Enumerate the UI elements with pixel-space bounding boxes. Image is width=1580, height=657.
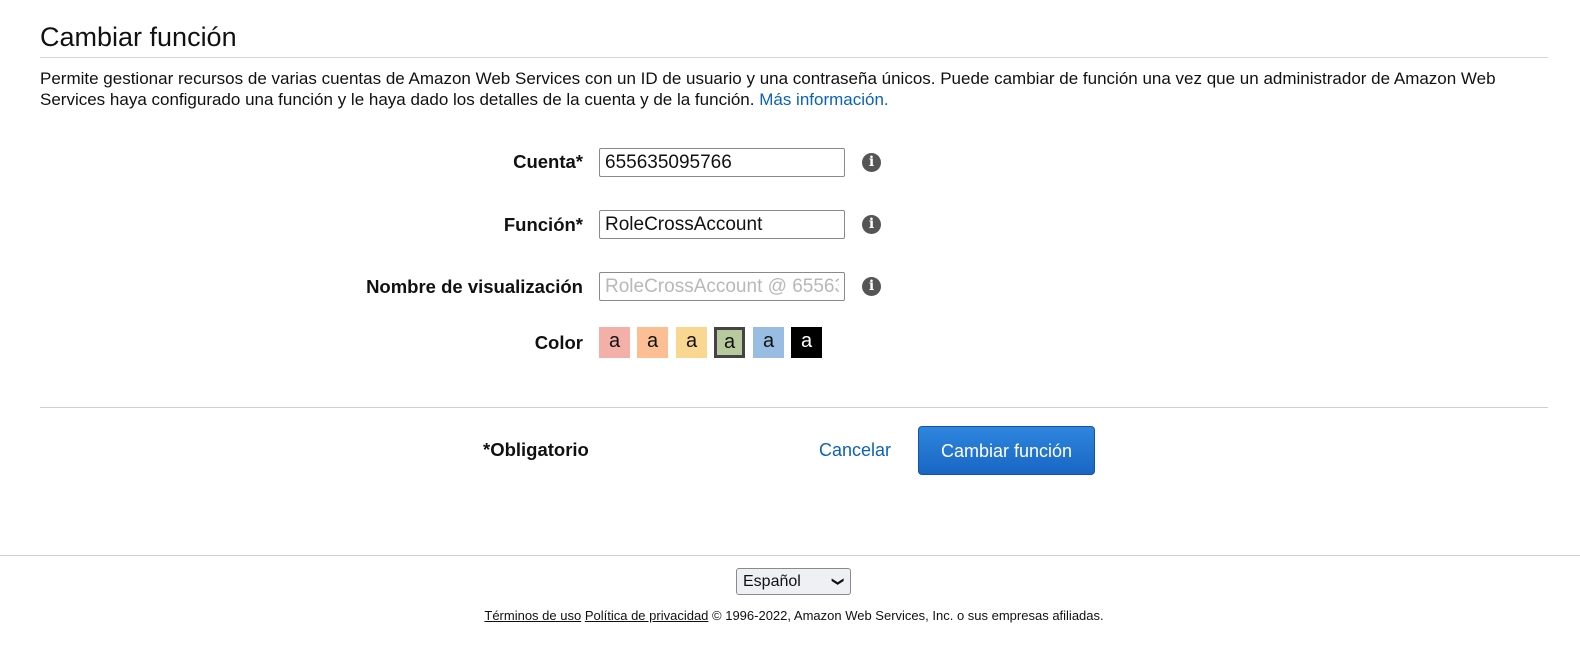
footer-divider (0, 555, 1580, 556)
color-swatch[interactable]: a (676, 327, 707, 358)
chevron-down-icon: ❯ (831, 576, 846, 587)
switch-role-page: Cambiar función Permite gestionar recurs… (0, 0, 1580, 657)
footer-links: Términos de uso Política de privacidad ©… (0, 608, 1580, 623)
page-title: Cambiar función (40, 22, 237, 52)
account-label: Cuenta* (513, 151, 583, 172)
info-icon[interactable]: i (862, 277, 881, 296)
display-name-label: Nombre de visualización (366, 276, 583, 297)
color-swatch[interactable]: a (637, 327, 668, 358)
language-select[interactable]: Español ❯ (736, 568, 851, 595)
page-description: Permite gestionar recursos de varias cue… (40, 68, 1548, 110)
privacy-link[interactable]: Política de privacidad (585, 608, 709, 623)
section-divider (40, 407, 1548, 408)
role-input[interactable] (599, 210, 845, 239)
display-name-input[interactable] (599, 272, 845, 301)
color-label: Color (534, 332, 583, 353)
title-divider (40, 57, 1548, 58)
color-swatch[interactable]: a (791, 327, 822, 358)
terms-link[interactable]: Términos de uso (484, 608, 581, 623)
color-swatch[interactable]: a (753, 327, 784, 358)
role-label: Función* (503, 214, 583, 235)
learn-more-link[interactable]: Más información. (759, 90, 888, 109)
copyright-text: © 1996-2022, Amazon Web Services, Inc. o… (712, 608, 1104, 623)
info-icon[interactable]: i (862, 215, 881, 234)
switch-role-button[interactable]: Cambiar función (918, 426, 1095, 475)
info-icon[interactable]: i (862, 153, 881, 172)
color-swatch[interactable]: a (599, 327, 630, 358)
account-input[interactable] (599, 148, 845, 177)
language-select-value: Español (743, 573, 801, 590)
cancel-link[interactable]: Cancelar (819, 440, 891, 461)
required-note: *Obligatorio (483, 439, 589, 460)
color-swatch[interactable]: a (714, 327, 745, 358)
